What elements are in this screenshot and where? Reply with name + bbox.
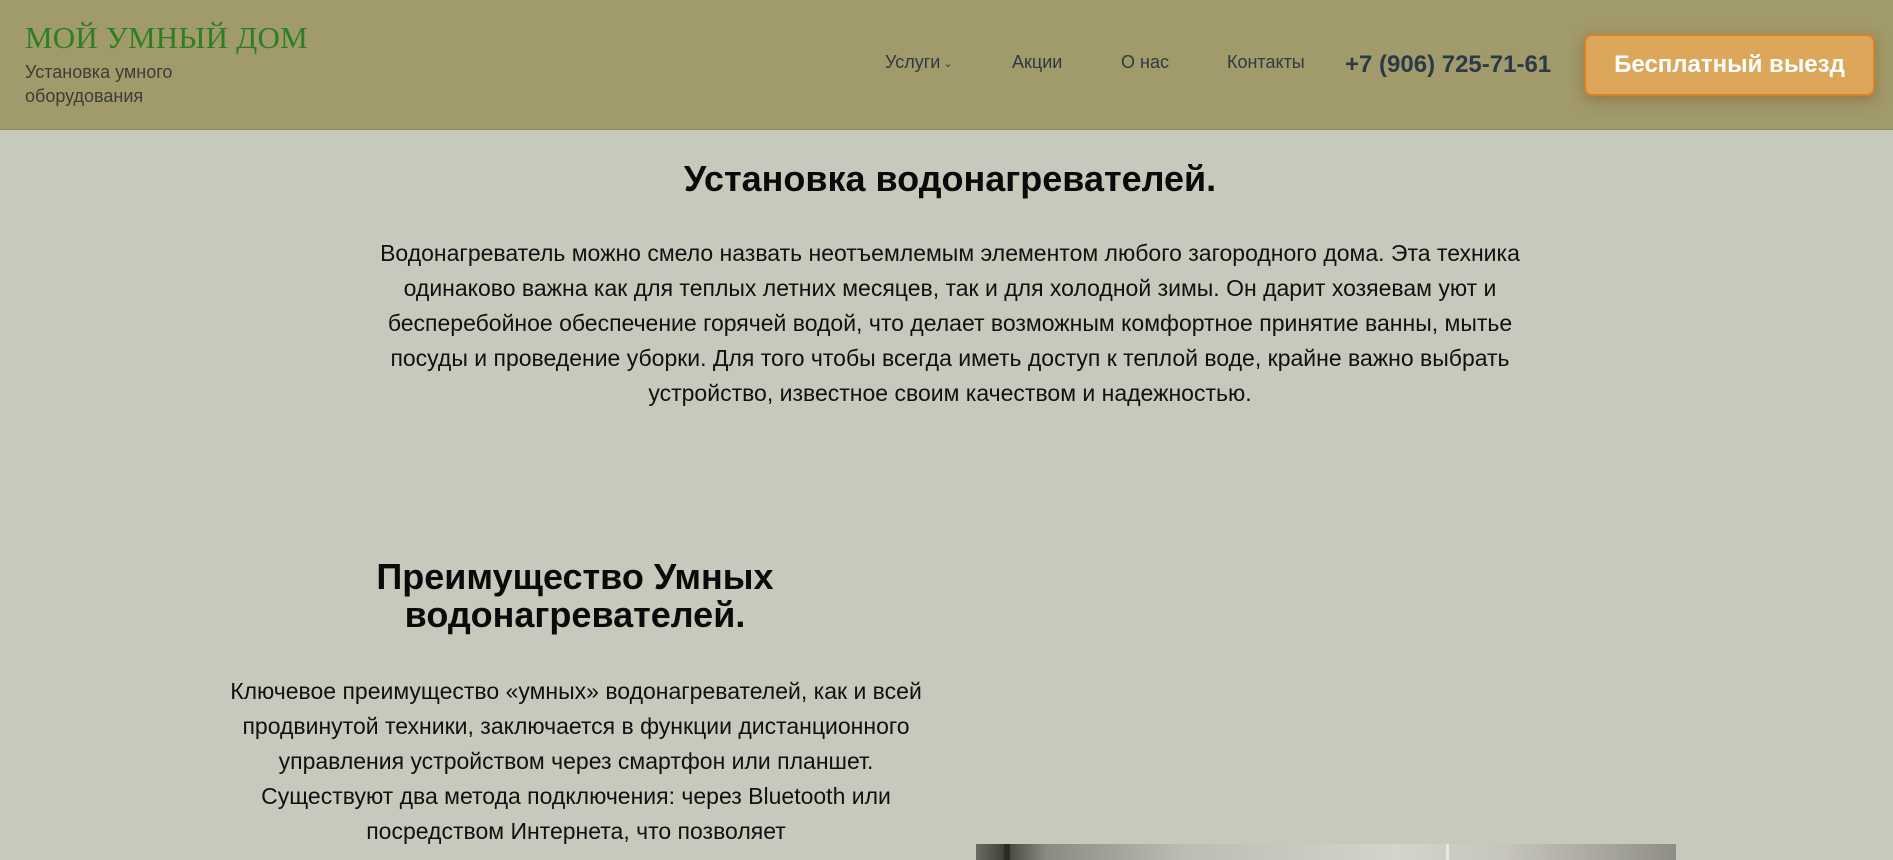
- phone-number[interactable]: +7 (906) 725-71-61: [1345, 51, 1551, 79]
- nav-item-label: Услуги: [885, 52, 941, 72]
- logo-title[interactable]: МОЙ УМНЫЙ ДОМ: [25, 20, 308, 56]
- chevron-down-icon: ⌄: [943, 58, 953, 70]
- free-visit-button[interactable]: Бесплатный выезд: [1584, 34, 1875, 96]
- page-title: Установка водонагревателей.: [683, 158, 1217, 199]
- water-heater-photo: [976, 844, 1676, 860]
- logo-subtitle: Установка умного оборудования: [25, 62, 173, 106]
- section-paragraph: Ключевое преимущество «умных» водонагрев…: [230, 678, 922, 844]
- section-title: Преимущество Умных водонагревателей.: [376, 556, 774, 635]
- nav-item-services[interactable]: Услуги ⌄: [885, 52, 953, 73]
- intro-paragraph: Водонагреватель можно смело назвать неот…: [380, 240, 1520, 406]
- nav-item-about[interactable]: О нас: [1121, 52, 1169, 73]
- site-header: МОЙ УМНЫЙ ДОМ Установка умного оборудова…: [0, 0, 1893, 130]
- nav-item-contacts[interactable]: Контакты: [1227, 52, 1305, 73]
- nav-item-promotions[interactable]: Акции: [1012, 52, 1062, 73]
